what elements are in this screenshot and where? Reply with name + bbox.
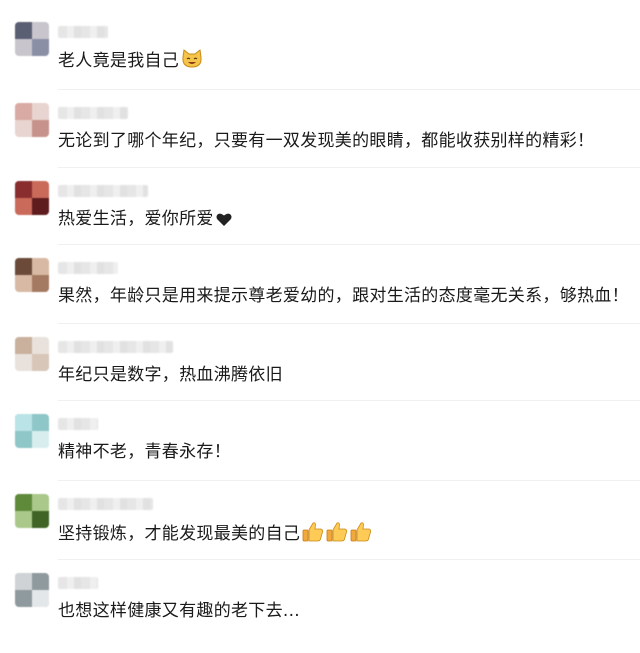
- blurred-username[interactable]: [58, 498, 153, 510]
- divider: [58, 323, 640, 324]
- cat-face-icon: [181, 49, 203, 75]
- blurred-username[interactable]: [58, 577, 98, 589]
- comment-item[interactable]: 热爱生活，爱你所爱: [0, 181, 640, 261]
- comment-text: 无论到了哪个年纪，只要有一双发现美的眼睛，都能收获别样的精彩！: [58, 130, 594, 152]
- comment-text: 老人竟是我自己: [58, 49, 203, 75]
- divider: [58, 167, 640, 168]
- comment-text-content: 坚持锻炼，才能发现最美的自己: [58, 524, 301, 544]
- comment-text: 年纪只是数字，热血沸腾依旧: [58, 364, 283, 386]
- comment-text-content: 年纪只是数字，热血沸腾依旧: [58, 365, 283, 385]
- blurred-username[interactable]: [58, 107, 128, 119]
- divider: [58, 480, 640, 481]
- avatar[interactable]: [15, 103, 49, 137]
- comment-item[interactable]: 坚持锻炼，才能发现最美的自己: [0, 494, 640, 574]
- avatar[interactable]: [15, 414, 49, 448]
- comment-text: 也想这样健康又有趣的老下去...: [58, 600, 300, 622]
- divider: [58, 244, 640, 245]
- thumbs-up-icon: [350, 521, 372, 548]
- comment-text-content: 果然，年龄只是用来提示尊老爱幼的，跟对生活的态度毫无关系，够热血！: [58, 286, 629, 306]
- comment-text: 热爱生活，爱你所爱: [58, 208, 232, 233]
- avatar[interactable]: [15, 573, 49, 607]
- comment-item[interactable]: 果然，年龄只是用来提示尊老爱幼的，跟对生活的态度毫无关系，够热血！: [0, 258, 640, 338]
- avatar[interactable]: [15, 181, 49, 215]
- comment-item[interactable]: 无论到了哪个年纪，只要有一双发现美的眼睛，都能收获别样的精彩！: [0, 103, 640, 183]
- comment-text-content: 热爱生活，爱你所爱: [58, 209, 214, 229]
- black-heart-icon: [216, 211, 232, 233]
- blurred-username[interactable]: [58, 341, 173, 353]
- divider: [58, 400, 640, 401]
- avatar[interactable]: [15, 337, 49, 371]
- comment-text-content: 老人竟是我自己: [58, 51, 180, 71]
- comment-text-content: 也想这样健康又有趣的老下去...: [58, 601, 301, 621]
- blurred-username[interactable]: [58, 185, 148, 197]
- comment-item[interactable]: 也想这样健康又有趣的老下去...: [0, 573, 640, 653]
- avatar[interactable]: [15, 258, 49, 292]
- comment-text: 精神不老，青春永存！: [58, 441, 231, 463]
- blurred-username[interactable]: [58, 418, 98, 430]
- comment-text: 果然，年龄只是用来提示尊老爱幼的，跟对生活的态度毫无关系，够热血！: [58, 285, 629, 307]
- divider: [58, 559, 640, 560]
- comment-item[interactable]: 精神不老，青春永存！: [0, 414, 640, 494]
- comment-text: 坚持锻炼，才能发现最美的自己: [58, 521, 372, 548]
- comment-item[interactable]: 年纪只是数字，热血沸腾依旧: [0, 337, 640, 417]
- divider: [58, 89, 640, 90]
- blurred-username[interactable]: [58, 262, 118, 274]
- comment-text-content: 精神不老，青春永存！: [58, 442, 231, 462]
- comment-item[interactable]: 老人竟是我自己: [0, 22, 640, 102]
- thumbs-up-icon: [326, 521, 348, 548]
- avatar[interactable]: [15, 494, 49, 528]
- blurred-username[interactable]: [58, 26, 108, 38]
- comment-text-content: 无论到了哪个年纪，只要有一双发现美的眼睛，都能收获别样的精彩！: [58, 131, 595, 151]
- thumbs-up-icon: [302, 521, 324, 548]
- avatar[interactable]: [15, 22, 49, 56]
